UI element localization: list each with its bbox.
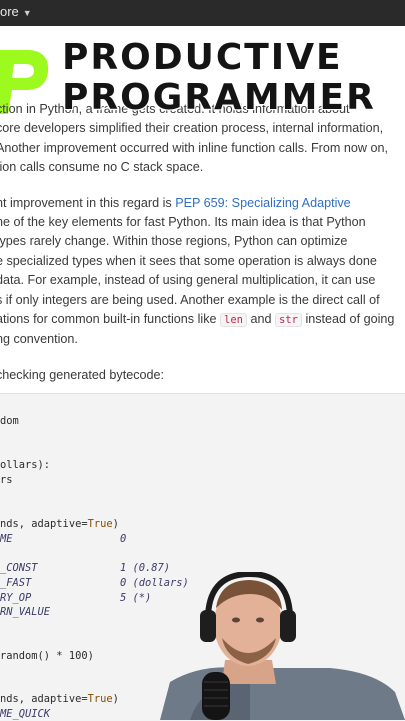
- code-line: _FAST: [0, 577, 32, 589]
- webcam-overlay: [160, 572, 405, 720]
- paragraph-line: Another improvement occurred with inline…: [0, 140, 388, 155]
- paragraph-line: checking generated bytecode:: [0, 367, 165, 382]
- paragraph-line: ng convention.: [0, 332, 78, 347]
- paragraph-line: tion calls consume no C stack space.: [0, 160, 204, 175]
- paragraph-line: e specialized types when it sees that so…: [0, 253, 377, 268]
- text-fragment: nt improvement in this regard is: [0, 195, 176, 210]
- text-fragment: ations for common built-in functions lik…: [0, 312, 220, 327]
- paragraph-line: core developers simplified their creatio…: [0, 121, 384, 136]
- brand-line-2: PROGRAMMER: [62, 77, 376, 118]
- pep-659-link[interactable]: PEP 659: Specializing Adaptive: [175, 196, 351, 210]
- code-line: random() * 100): [0, 650, 94, 662]
- channel-watermark: PRODUCTIVE PROGRAMMER: [62, 38, 376, 118]
- inline-code-str: str: [274, 313, 302, 328]
- text-fragment: and: [246, 312, 275, 327]
- chevron-down-icon: ▼: [22, 8, 32, 18]
- code-line: RY_OP: [0, 592, 32, 604]
- paragraph-line: types rarely change. Within those region…: [0, 234, 348, 249]
- code-token: True: [87, 693, 113, 705]
- code-arg: 0: [120, 533, 127, 545]
- article-body: ction in Python, a frame gets created. I…: [0, 100, 405, 385]
- code-token: nds, adaptive=: [0, 518, 88, 530]
- browser-topbar: ore ▼: [0, 0, 405, 26]
- code-line: _CONST: [0, 562, 38, 574]
- code-arg: 5 (*): [120, 592, 152, 604]
- paragraph-line: s if only integers are being used. Anoth…: [0, 292, 380, 307]
- brand-line-1: PRODUCTIVE: [62, 37, 343, 78]
- code-line: ME_QUICK: [0, 708, 51, 720]
- code-line: nds, adaptive=True): [0, 518, 119, 530]
- code-line: rs: [0, 474, 13, 486]
- code-line: ME: [0, 533, 13, 545]
- paragraph-line: ne of the key elements for fast Python. …: [0, 215, 366, 230]
- code-line: ollars):: [0, 459, 51, 471]
- code-line: dom: [0, 415, 19, 427]
- code-token: True: [87, 518, 113, 530]
- code-token: ): [112, 693, 119, 705]
- menu-dropdown[interactable]: ore ▼: [0, 4, 32, 19]
- menu-label: ore: [0, 4, 19, 19]
- paragraph-line: data. For example, instead of using gene…: [0, 273, 376, 288]
- code-line: nds, adaptive=True): [0, 693, 119, 705]
- paragraph-line: nt improvement in this regard is PEP 659…: [0, 194, 405, 213]
- paragraph-line: ations for common built-in functions lik…: [0, 310, 405, 330]
- inline-code-len: len: [220, 313, 247, 328]
- code-line: RN_VALUE: [0, 606, 51, 618]
- text-fragment: instead of going: [301, 312, 395, 327]
- code-token: ): [112, 518, 119, 530]
- code-token: nds, adaptive=: [0, 693, 88, 705]
